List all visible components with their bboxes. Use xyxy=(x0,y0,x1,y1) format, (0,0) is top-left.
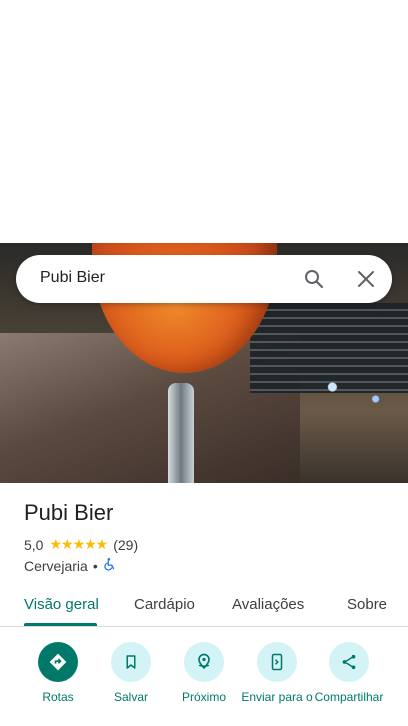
review-count[interactable]: (29) xyxy=(113,537,138,553)
share-label: Compartilhar xyxy=(314,690,384,704)
place-title: Pubi Bier xyxy=(24,500,114,525)
directions-label: Rotas xyxy=(42,690,74,704)
send-to-phone-icon xyxy=(257,642,297,682)
tab-bar: Visão geral Cardápio Avaliações Sobre xyxy=(0,588,408,627)
rating-value: 5,0 xyxy=(24,536,44,553)
tab-menu[interactable]: Cardápio xyxy=(134,596,195,613)
separator: • xyxy=(92,557,98,574)
wheelchair-icon xyxy=(103,557,117,574)
send-to-phone-button[interactable]: Enviar para o xyxy=(241,642,313,705)
bookmark-icon xyxy=(111,642,151,682)
category-row: Cervejaria • xyxy=(24,557,117,574)
place-category: Cervejaria xyxy=(24,557,88,574)
active-tab-indicator xyxy=(24,623,97,626)
send-to-phone-label: Enviar para o xyxy=(241,690,313,704)
map-blank-area xyxy=(0,0,408,243)
share-button[interactable]: Compartilhar xyxy=(313,642,385,705)
star-rating: ★★★★★ xyxy=(49,536,108,552)
directions-icon xyxy=(38,642,78,682)
search-bar[interactable]: Pubi Bier xyxy=(16,255,392,303)
tab-reviews[interactable]: Avaliações xyxy=(232,596,304,613)
search-input[interactable]: Pubi Bier xyxy=(40,269,105,287)
search-icon[interactable] xyxy=(302,267,326,291)
nearby-label: Próximo xyxy=(181,690,226,704)
directions-button[interactable]: Rotas xyxy=(22,642,94,705)
share-icon xyxy=(329,642,369,682)
tab-overview[interactable]: Visão geral xyxy=(24,596,99,613)
save-button[interactable]: Salvar xyxy=(95,642,167,705)
nearby-icon xyxy=(184,642,224,682)
close-icon[interactable] xyxy=(354,267,378,291)
save-label: Salvar xyxy=(113,690,148,704)
rating-row[interactable]: 5,0 ★★★★★ (29) xyxy=(24,536,138,553)
tab-about[interactable]: Sobre xyxy=(347,596,387,613)
nearby-button[interactable]: Próximo xyxy=(168,642,240,705)
